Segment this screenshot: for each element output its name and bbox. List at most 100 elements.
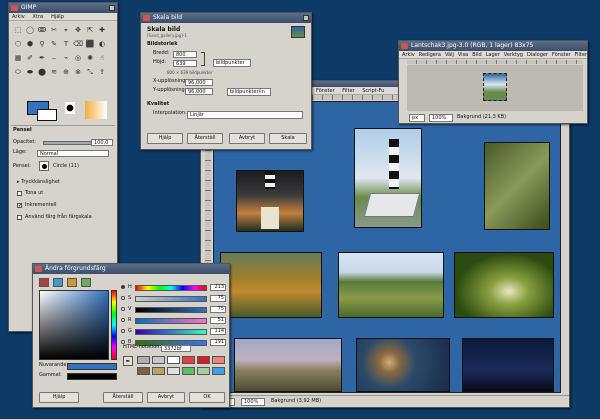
tool-icon[interactable]: ⬢	[25, 39, 35, 49]
channel-radio[interactable]	[121, 307, 125, 311]
history-swatch[interactable]	[137, 356, 150, 364]
menu-item[interactable]: Dialoger	[527, 52, 548, 58]
menu-item[interactable]: Bild	[472, 52, 481, 58]
tool-icon[interactable]: ⤡	[85, 67, 95, 77]
xres-field[interactable]: 96,000	[185, 79, 213, 86]
tool-icon[interactable]: ◎	[73, 53, 83, 63]
menu-item[interactable]: Lager	[486, 52, 500, 58]
history-swatch[interactable]	[182, 356, 195, 364]
menu-item[interactable]: Script-Fu	[362, 88, 384, 94]
eyedropper-icon[interactable]: ✒	[123, 356, 133, 366]
channel-slider[interactable]	[135, 329, 207, 335]
history-swatch[interactable]	[152, 356, 165, 364]
channel-radio[interactable]	[121, 329, 125, 333]
tool-icon[interactable]: ⌁	[61, 53, 71, 63]
photo-grass-closeup[interactable]	[484, 142, 550, 230]
small-image-window[interactable]: Lantschak3.jpg-3.0 (RGB, 1 lager) 83x75 …	[398, 40, 588, 124]
channel-radio[interactable]	[121, 285, 125, 289]
tool-icon[interactable]: ⇪	[97, 67, 107, 77]
menu-item[interactable]: Fönster	[316, 88, 335, 94]
photo-lighthouse-dusk[interactable]	[236, 170, 304, 232]
tool-icon[interactable]: ⬤	[37, 67, 47, 77]
cancel-button[interactable]: Avbryt	[229, 133, 265, 144]
interpolation-select[interactable]: Linjär	[187, 111, 303, 119]
tool-icon[interactable]: ✚	[97, 25, 107, 35]
unit-select-1[interactable]: bildpunkter	[213, 59, 251, 67]
photo-bird-branch[interactable]	[356, 338, 450, 392]
reset-button[interactable]: Återställ	[187, 133, 223, 144]
channel-slider[interactable]	[135, 296, 207, 302]
tool-icon[interactable]: ✺	[85, 53, 95, 63]
history-swatch[interactable]	[212, 356, 225, 364]
zoom-select[interactable]: 100%	[429, 114, 453, 122]
height-field[interactable]: 639	[173, 60, 197, 67]
small-thumbnail-image[interactable]	[483, 73, 507, 101]
history-swatch[interactable]	[167, 356, 180, 364]
tool-icon[interactable]: ⬚	[13, 25, 23, 35]
tool-icon[interactable]: ⌖	[61, 25, 71, 35]
scale-image-dialog[interactable]: Skala bild Skala bild [Sand_gallery.jpg]…	[140, 12, 312, 150]
photo-green-field[interactable]	[338, 252, 444, 318]
html-notation-field[interactable]: 3372bf	[161, 345, 191, 352]
incremental-checkbox[interactable]: ✔	[17, 203, 22, 209]
hue-strip[interactable]	[111, 290, 117, 360]
tool-icon[interactable]: ✐	[25, 53, 35, 63]
tab-cmyk-icon[interactable]	[52, 278, 63, 287]
menu-item[interactable]: Verktyg	[504, 52, 523, 58]
tool-icon[interactable]: ⊕	[61, 67, 71, 77]
channel-radio[interactable]	[121, 318, 125, 322]
help-button[interactable]: Hjälp	[147, 133, 183, 144]
toolbox-titlebar[interactable]: GIMP	[9, 3, 117, 13]
menu-arkiv[interactable]: Arkiv	[12, 14, 25, 20]
channel-slider[interactable]	[135, 285, 207, 291]
menu-item[interactable]: Redigera	[419, 52, 441, 58]
opacity-field[interactable]: 100,0	[91, 139, 113, 146]
channel-value[interactable]: 75	[210, 295, 226, 302]
tool-icon[interactable]: ↂ	[37, 25, 47, 35]
color-square[interactable]	[39, 290, 109, 360]
foreground-color-dialog[interactable]: Ändra förgrundsfärg H 213 S 75 V 75 R 51 G 114 B 19…	[32, 263, 230, 408]
tool-icon[interactable]: ⊗	[73, 67, 83, 77]
brush-preview[interactable]	[65, 102, 75, 114]
channel-value[interactable]: 75	[210, 306, 226, 313]
menu-hjalp[interactable]: Hjälp	[51, 14, 64, 20]
menu-item[interactable]: Fönster	[552, 52, 571, 58]
opacity-slider[interactable]	[43, 141, 97, 145]
menu-item[interactable]: Välj	[445, 52, 454, 58]
tool-icon[interactable]: ✎	[49, 39, 59, 49]
history-swatch[interactable]	[197, 367, 210, 375]
chain-link-icon[interactable]	[201, 52, 205, 66]
pressure-expander[interactable]: ▸ Tryckkänslighet	[17, 179, 60, 186]
history-swatch[interactable]	[212, 367, 225, 375]
menu-item[interactable]: Visa	[458, 52, 468, 58]
tab-triangle-icon[interactable]	[66, 278, 77, 287]
tool-icon[interactable]: ▦	[13, 53, 23, 63]
history-swatch[interactable]	[167, 367, 180, 375]
tool-icon[interactable]: ⌫	[73, 39, 83, 49]
gradient-checkbox[interactable]	[17, 215, 22, 220]
tool-icon[interactable]: ◐	[97, 39, 107, 49]
unit-select[interactable]: px	[409, 114, 425, 122]
tool-icon[interactable]: ✂	[49, 25, 59, 35]
tab-gimp-selector-icon[interactable]	[39, 278, 49, 287]
tool-icon[interactable]: ⬭	[13, 67, 23, 77]
small-canvas[interactable]	[407, 65, 583, 111]
fade-checkbox[interactable]	[17, 191, 22, 196]
tool-icon[interactable]: ⎯	[49, 53, 59, 63]
help-button[interactable]: Hjälp	[39, 392, 79, 403]
history-swatch[interactable]	[152, 367, 165, 375]
gradient-preview[interactable]	[85, 101, 107, 119]
tool-icon[interactable]: ⬬	[25, 67, 35, 77]
width-field[interactable]: 800	[173, 51, 197, 58]
tool-icon[interactable]: ⇱	[85, 25, 95, 35]
background-color-swatch[interactable]	[37, 109, 57, 121]
brush-icon[interactable]	[39, 161, 49, 171]
tool-icon[interactable]: ✒	[37, 53, 47, 63]
channel-slider[interactable]	[135, 318, 207, 324]
ok-button[interactable]: OK	[189, 392, 225, 403]
tool-icon[interactable]: ✥	[73, 25, 83, 35]
tool-icon[interactable]: T	[61, 39, 71, 49]
history-swatch[interactable]	[137, 367, 150, 375]
channel-value[interactable]: 191	[210, 339, 226, 346]
tool-icon[interactable]: ☝	[97, 53, 107, 63]
